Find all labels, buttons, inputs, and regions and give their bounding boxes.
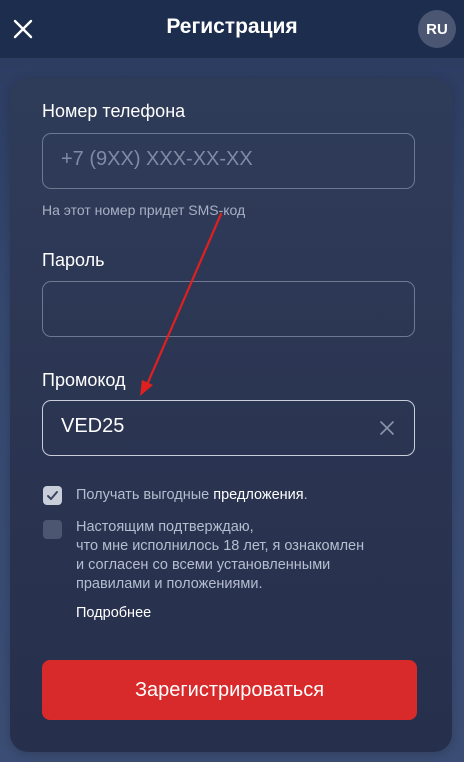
more-link[interactable]: Подробнее bbox=[76, 605, 151, 621]
phone-placeholder: +7 (9XX) XXX-XX-XX bbox=[61, 148, 253, 170]
offers-link[interactable]: предложения bbox=[213, 487, 303, 503]
password-input[interactable] bbox=[42, 281, 415, 337]
top-bar: Регистрация RU bbox=[0, 0, 464, 58]
offers-checkbox[interactable] bbox=[43, 486, 62, 505]
agreement-line: Настоящим подтверждаю, bbox=[76, 519, 254, 535]
promo-input[interactable]: VED25 bbox=[42, 400, 415, 456]
language-selector[interactable]: RU bbox=[418, 10, 456, 48]
phone-label: Номер телефона bbox=[42, 101, 186, 121]
offers-text-suffix: . bbox=[303, 487, 308, 503]
page-title: Регистрация bbox=[166, 15, 298, 38]
phone-input[interactable]: +7 (9XX) XXX-XX-XX bbox=[42, 133, 415, 189]
agreement-line: правилами и положениями. bbox=[76, 576, 263, 592]
phone-hint: На этот номер придет SMS-код bbox=[42, 202, 246, 218]
password-label: Пароль bbox=[42, 250, 105, 270]
promo-value: VED25 bbox=[61, 415, 125, 437]
offers-text: Получать выгодные предложения. bbox=[76, 486, 308, 505]
promo-label: Промокод bbox=[42, 370, 126, 390]
agreement-text: Настоящим подтверждаю, что мне исполнило… bbox=[76, 518, 364, 594]
checkmark-icon bbox=[47, 491, 58, 500]
clear-icon bbox=[380, 421, 394, 435]
promo-clear-button[interactable] bbox=[376, 417, 398, 439]
register-button[interactable]: Зарегистрироваться bbox=[42, 660, 417, 720]
agreement-line: что мне исполнилось 18 лет, я ознакомлен bbox=[76, 538, 365, 554]
offers-text-prefix: Получать выгодные bbox=[76, 487, 214, 503]
agreement-checkbox[interactable] bbox=[43, 520, 62, 539]
agreement-line: и согласен со всеми установленными bbox=[76, 557, 331, 573]
